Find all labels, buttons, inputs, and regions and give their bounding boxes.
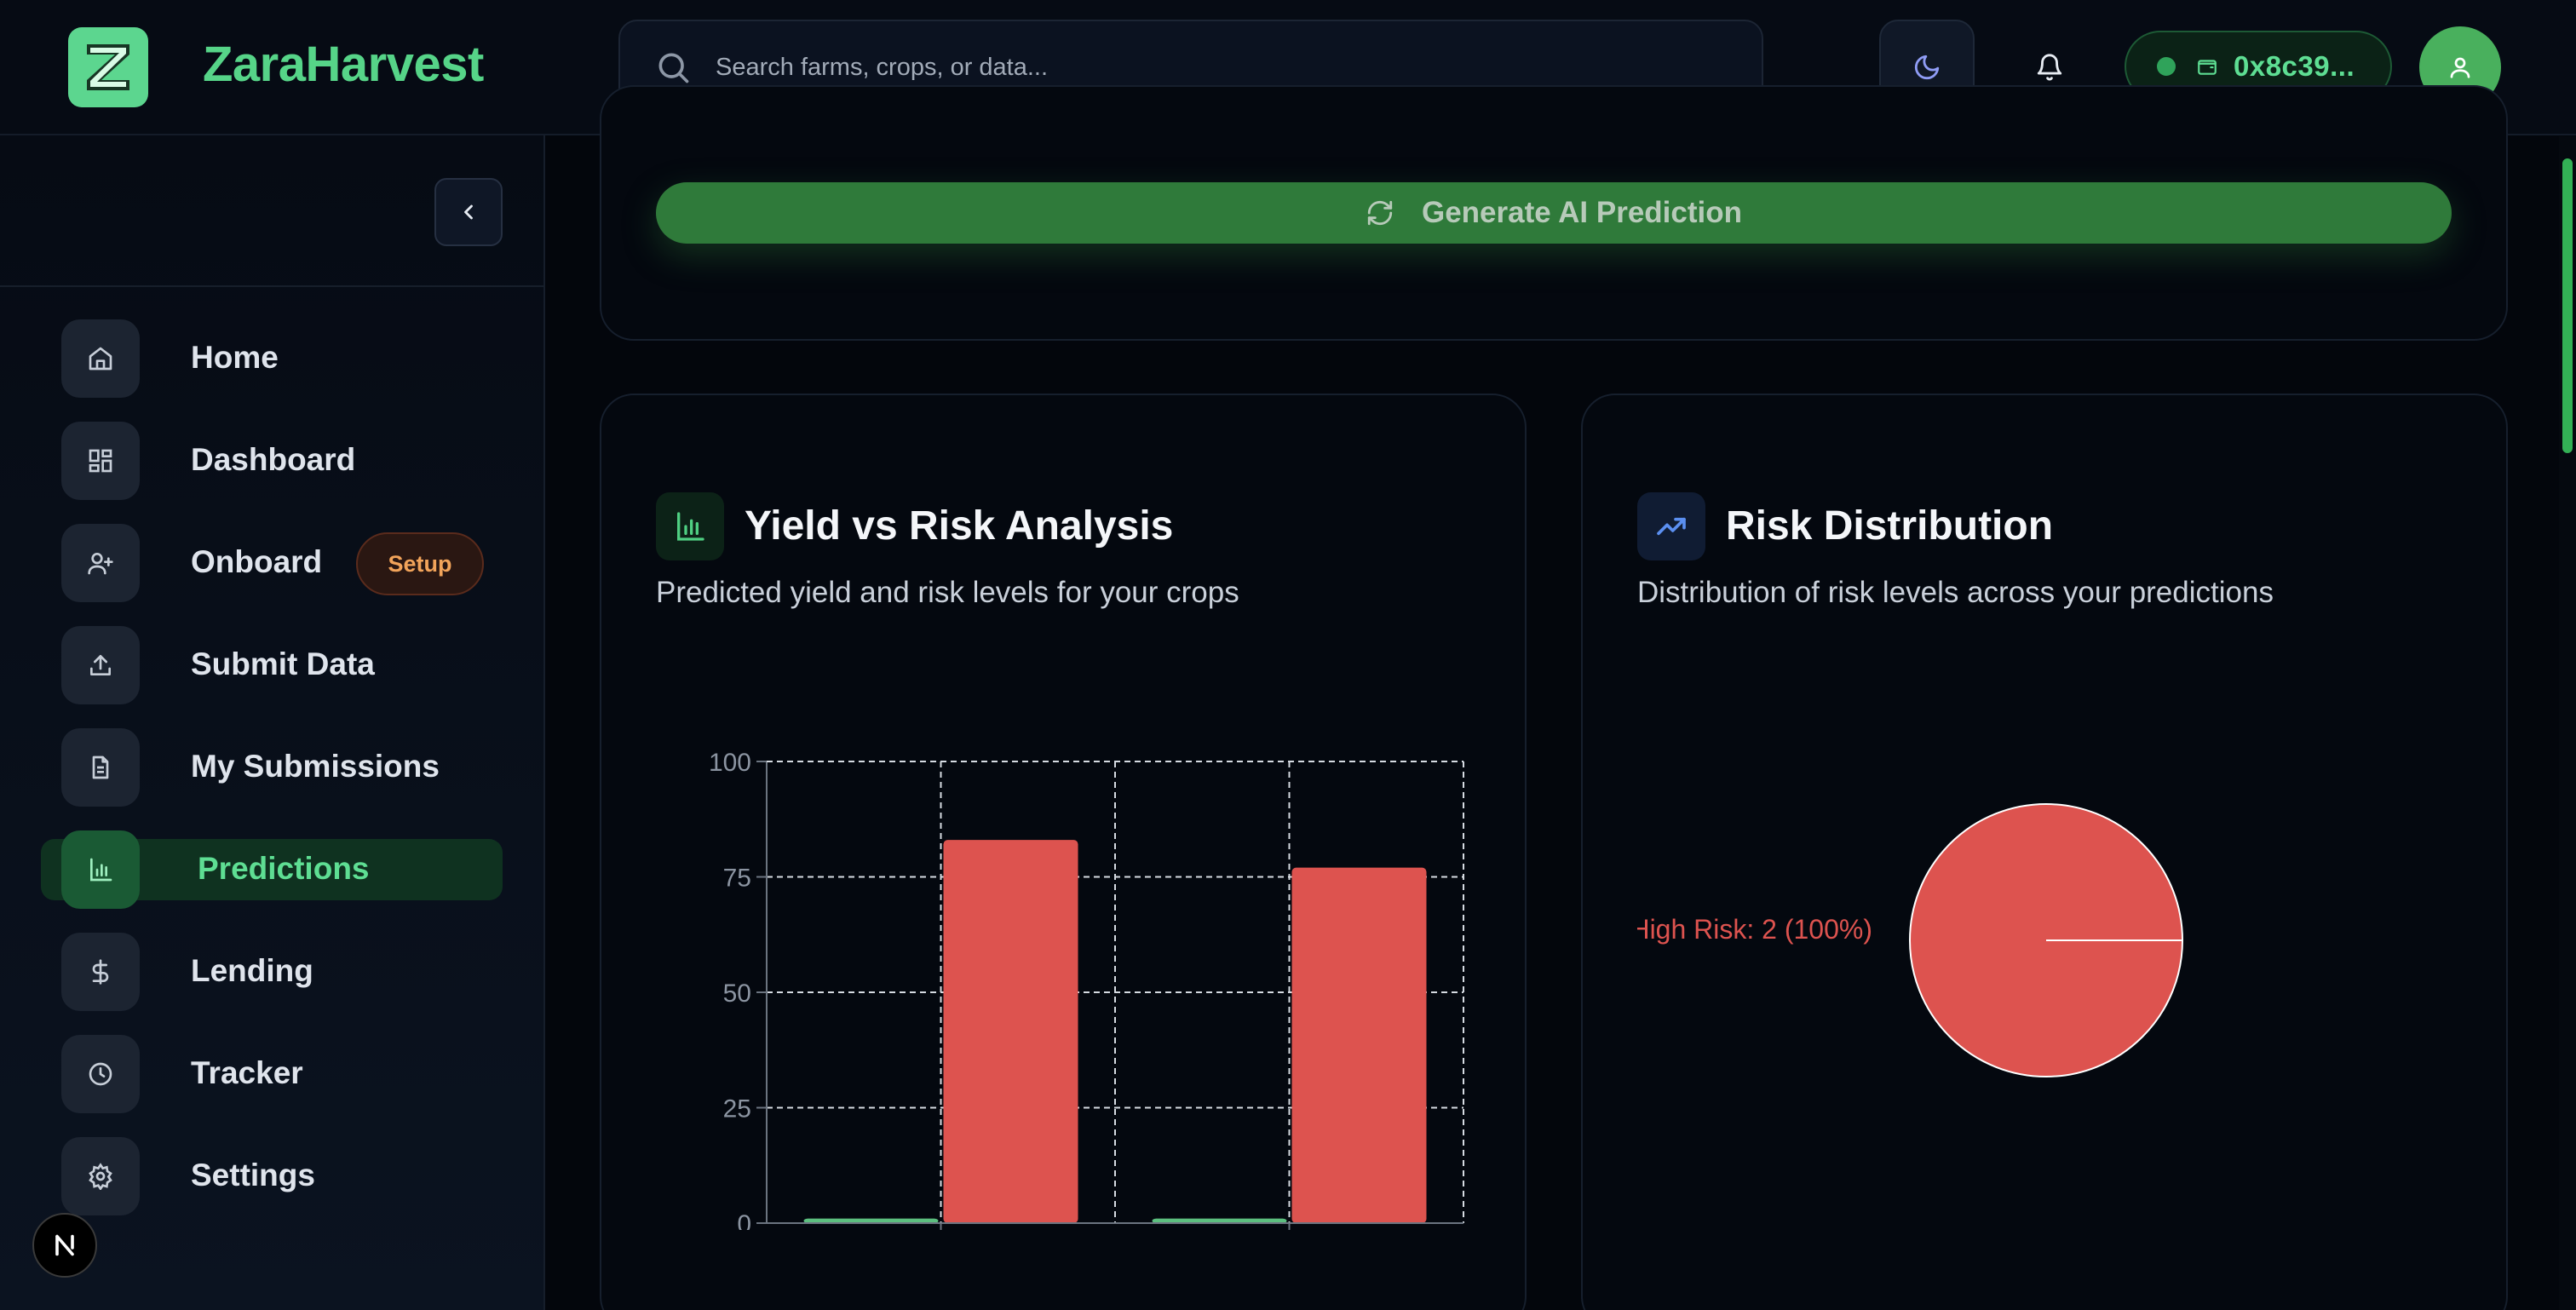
wallet-address: 0x8c39...	[2234, 50, 2355, 82]
sidebar-item-dashboard[interactable]: Dashboard	[41, 422, 503, 503]
bar-chart-icon	[656, 492, 724, 560]
sidebar-item-label: Settings	[191, 1158, 315, 1192]
y-tick-label: 50	[723, 980, 751, 1008]
nextjs-logo-icon	[55, 1234, 74, 1256]
risk-distribution-pie-chart: High Risk: 2 (100%)	[1637, 803, 2183, 1077]
sidebar-collapse-button[interactable]	[434, 178, 503, 246]
chart-title: Risk Distribution	[1726, 503, 2054, 549]
risk-distribution-card: Risk Distribution Distribution of risk l…	[1581, 394, 2508, 1310]
gear-icon	[61, 1137, 140, 1215]
sidebar-item-label: Home	[191, 340, 279, 375]
risk-bar	[1291, 867, 1427, 1223]
risk-bar	[943, 840, 1078, 1223]
dollar-icon	[61, 933, 140, 1011]
moon-icon	[1914, 55, 1940, 80]
wallet-status-dot	[2157, 57, 2176, 76]
sidebar-item-label: Submit Data	[191, 646, 375, 681]
generate-prediction-label: Generate AI Prediction	[1421, 196, 1743, 229]
sidebar-item-home[interactable]: Home	[41, 319, 503, 401]
sidebar-item-label: Predictions	[198, 851, 370, 886]
nextjs-dev-indicator-button[interactable]	[32, 1213, 97, 1278]
sidebar-item-label: Tracker	[191, 1055, 303, 1090]
sidebar-item-submit-data[interactable]: Submit Data	[41, 626, 503, 708]
sidebar-item-label: Onboard	[191, 544, 323, 579]
user-icon	[2450, 57, 2470, 78]
app-logo[interactable]	[68, 27, 148, 107]
setup-badge: Setup	[356, 532, 484, 595]
sidebar-item-onboard[interactable]: Onboard Setup	[41, 524, 503, 606]
app-name: ZaraHarvest	[203, 37, 484, 92]
upload-icon	[61, 626, 140, 704]
chart-subtitle: Distribution of risk levels across your …	[1637, 576, 2274, 609]
wallet-icon	[2198, 60, 2217, 75]
chevron-left-icon	[464, 204, 473, 220]
y-tick-label: 75	[723, 865, 751, 893]
y-tick-label: 0	[737, 1210, 751, 1230]
bell-icon	[2037, 54, 2062, 81]
sidebar-item-settings[interactable]: Settings	[41, 1137, 503, 1219]
trending-up-icon	[1637, 492, 1705, 560]
yield-risk-card: Yield vs Risk Analysis Predicted yield a…	[600, 394, 1527, 1310]
dashboard-icon	[61, 422, 140, 500]
search-icon	[658, 53, 689, 83]
pie-slice-label: High Risk: 2 (100%)	[1637, 914, 1872, 945]
logo-z-icon	[87, 44, 129, 90]
sidebar-item-predictions[interactable]: Predictions	[41, 830, 503, 912]
sidebar-item-tracker[interactable]: Tracker	[41, 1035, 503, 1117]
chart-subtitle: Predicted yield and risk levels for your…	[656, 576, 1239, 609]
clock-icon	[61, 1035, 140, 1113]
sidebar: Home Dashboard Onboard Setup Submit Data…	[0, 135, 545, 1310]
file-text-icon	[61, 728, 140, 807]
sidebar-item-my-submissions[interactable]: My Submissions	[41, 728, 503, 810]
chart-title: Yield vs Risk Analysis	[745, 503, 1174, 549]
user-plus-icon	[61, 524, 140, 602]
sidebar-item-label: My Submissions	[191, 749, 440, 784]
refresh-icon	[1367, 200, 1393, 226]
sidebar-divider	[0, 285, 543, 287]
sidebar-item-label: Dashboard	[191, 442, 356, 477]
scrollbar-thumb[interactable]	[2562, 158, 2573, 453]
y-tick-label: 100	[709, 749, 751, 777]
bar-chart-icon	[61, 830, 140, 909]
sidebar-item-label: Lending	[191, 953, 313, 988]
home-icon	[61, 319, 140, 398]
generate-prediction-button[interactable]: Generate AI Prediction	[656, 182, 2452, 244]
y-tick-label: 25	[723, 1095, 751, 1123]
yield-risk-bar-chart: 0255075100Maize 1Maize 2	[709, 749, 1464, 1230]
sidebar-item-lending[interactable]: Lending	[41, 933, 503, 1014]
